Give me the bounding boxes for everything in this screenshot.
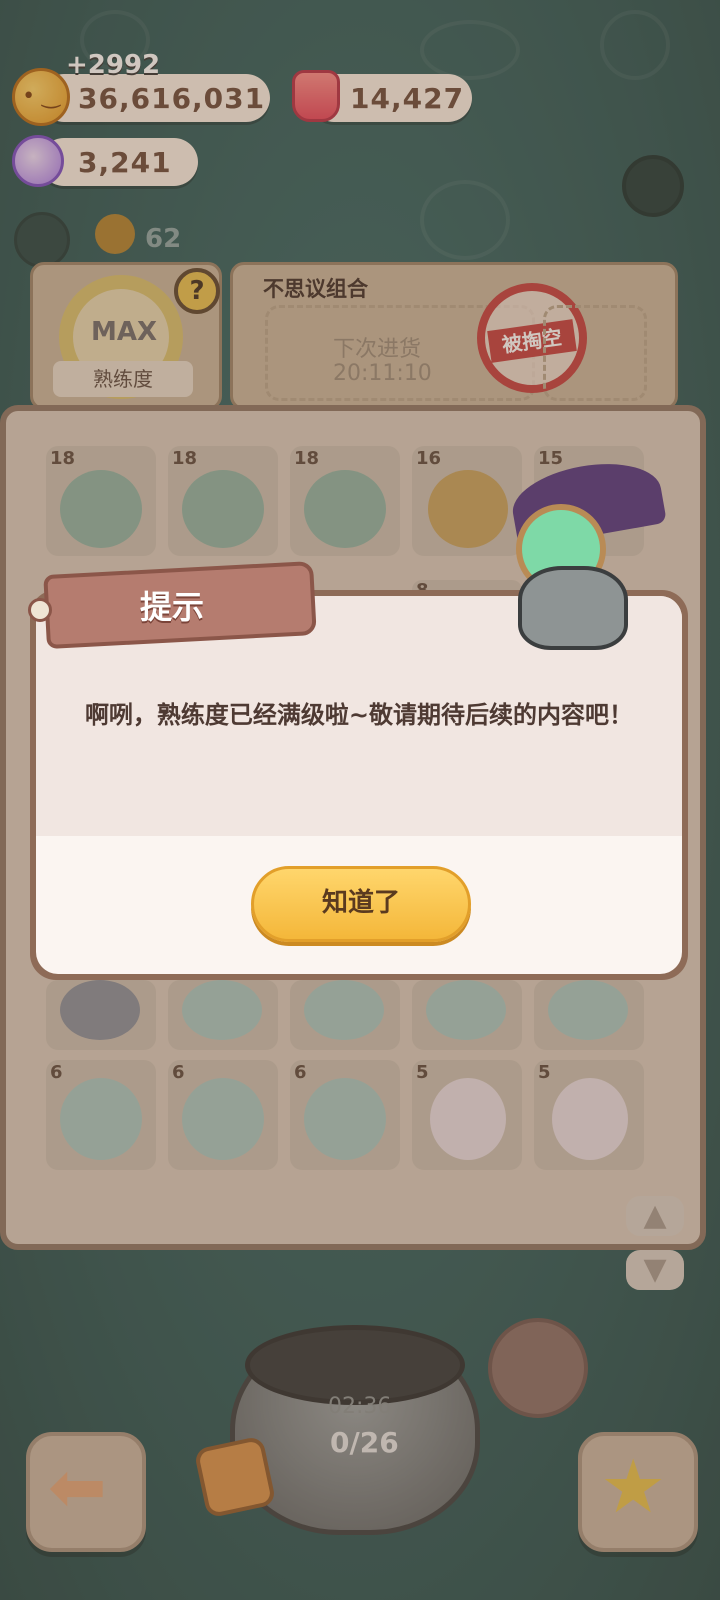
witch-mascot-icon xyxy=(492,453,672,656)
dialog-message: 啊咧，熟练度已经满级啦~敬请期待后续的内容吧！ xyxy=(84,701,634,729)
dialog-title: 提示 xyxy=(140,588,205,626)
ok-button[interactable]: 知道了 xyxy=(251,866,471,942)
tag-hole-icon xyxy=(28,598,52,622)
